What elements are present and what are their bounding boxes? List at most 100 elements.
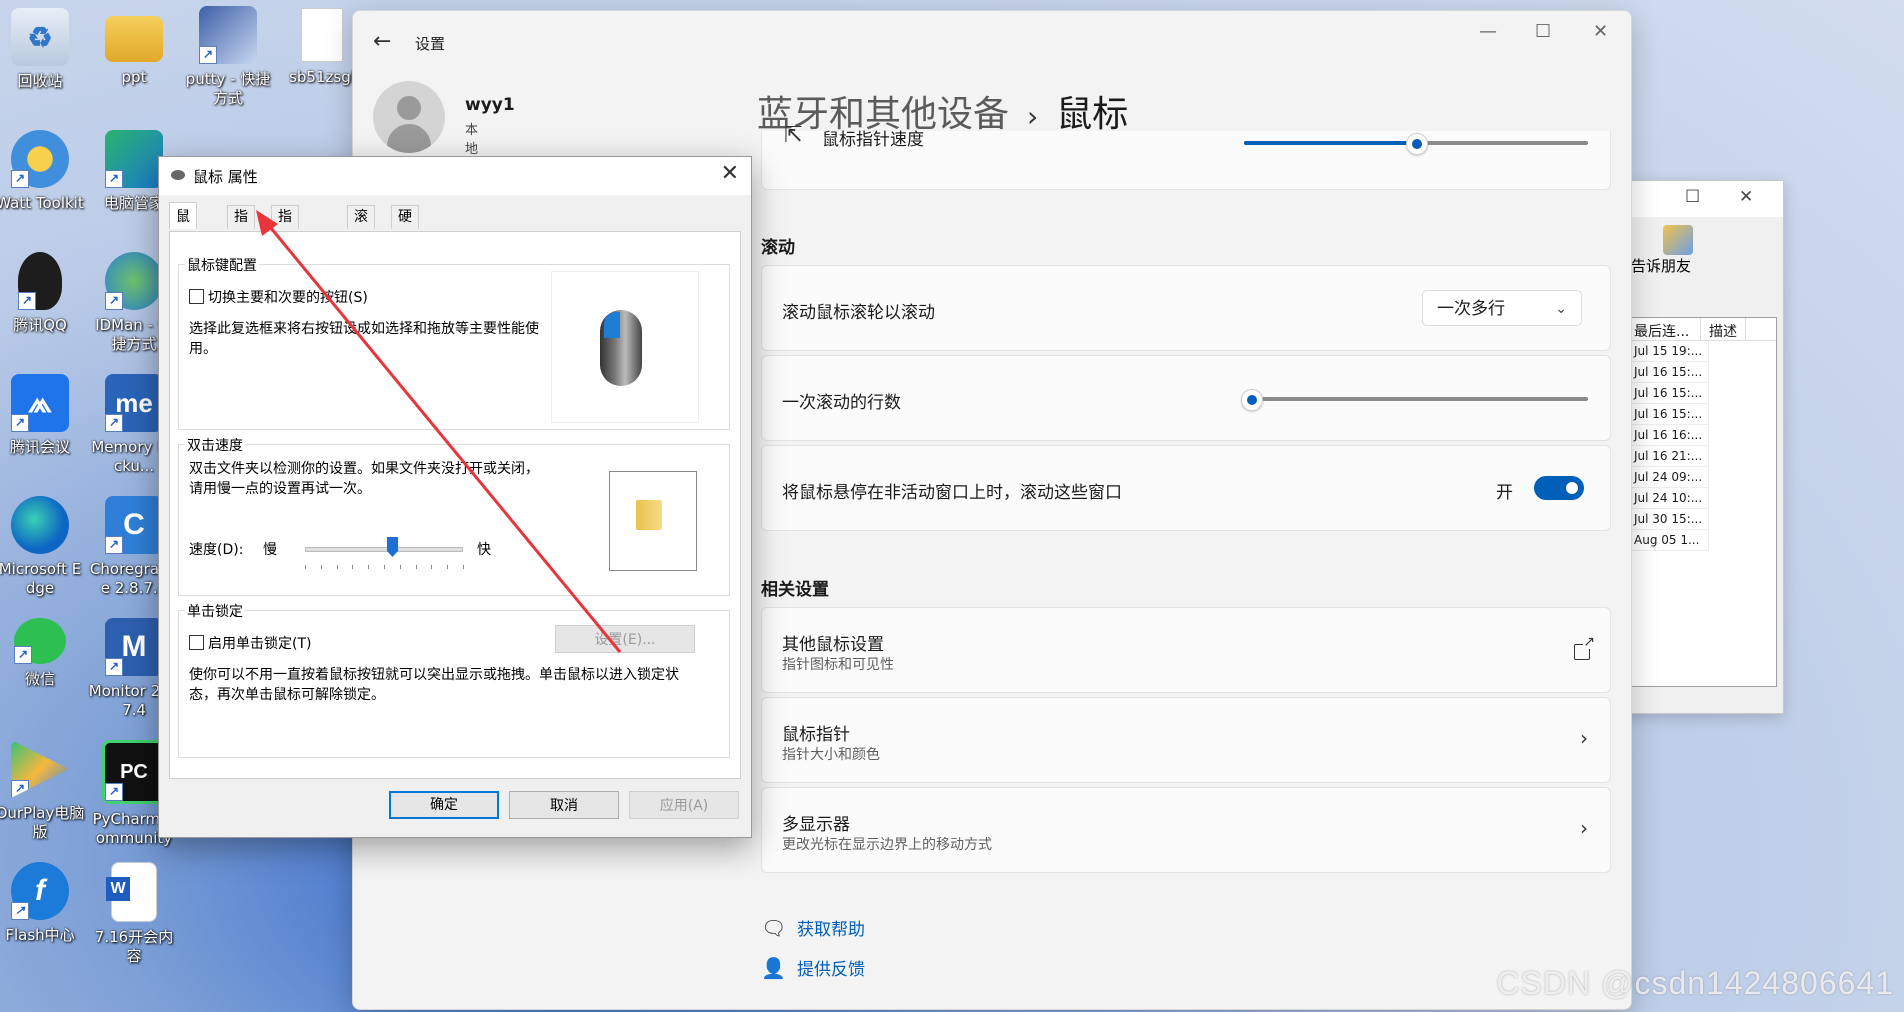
- slider-ticks: [305, 565, 464, 569]
- tab-pointer-options[interactable]: 指针选项: [271, 205, 299, 294]
- chevron-right-icon: ›: [1027, 100, 1039, 133]
- close-icon[interactable]: ✕: [1593, 21, 1608, 42]
- slider-thumb[interactable]: [387, 537, 398, 557]
- multi-display-card[interactable]: 多显示器 更改光标在显示边界上的移动方式 ›: [761, 787, 1611, 873]
- shortcut-arrow-icon: ↗: [105, 658, 123, 676]
- get-help-link[interactable]: 🗨 获取帮助: [761, 915, 865, 940]
- desktop-icon-label: 微信: [24, 670, 55, 688]
- tab-wheel[interactable]: 滚轮: [347, 205, 375, 248]
- slider-thumb[interactable]: [1241, 389, 1263, 411]
- pointer-cursor-icon: ⇱: [784, 123, 803, 148]
- desktop-icon-word-doc[interactable]: W 7.16开会内容: [88, 862, 180, 966]
- scroll-lines-slider[interactable]: [1241, 389, 1588, 411]
- maximize-icon[interactable]: ☐: [1685, 187, 1700, 207]
- desktop-icon-ppt[interactable]: ppt: [88, 8, 180, 87]
- list-item[interactable]: Jul 24 10:...: [1626, 488, 1709, 509]
- slider-tick: [368, 565, 369, 569]
- user-profile[interactable]: wyy1 本地帐户: [373, 81, 515, 195]
- desktop-icon-wechat[interactable]: ↗ 微信: [0, 618, 86, 689]
- slider-tick: [337, 565, 338, 569]
- column-header-desc[interactable]: 描述: [1701, 318, 1746, 340]
- dialog-title: 鼠标 属性: [193, 168, 258, 186]
- maximize-icon[interactable]: ☐: [1535, 21, 1551, 42]
- speed-label: 速度(D):: [189, 542, 244, 558]
- desktop-icon-qq[interactable]: ↗ 腾讯QQ: [0, 252, 86, 335]
- click-lock-settings-button[interactable]: 设置(E)...: [555, 625, 695, 653]
- shortcut-arrow-icon: ↗: [18, 292, 36, 310]
- inactive-scroll-toggle[interactable]: [1534, 476, 1584, 500]
- list-item[interactable]: Aug 05 1...: [1626, 530, 1709, 551]
- scroll-mode-value: 一次多行: [1437, 299, 1505, 319]
- desktop-icon-ourplay[interactable]: ↗ OurPlay电脑版: [0, 740, 86, 842]
- idman-globe-icon: ↗: [105, 252, 163, 310]
- folder-icon: [105, 16, 163, 62]
- desktop-icon-label: Microsoft Edge: [0, 560, 82, 597]
- desktop-icon-tencent-meeting[interactable]: ⩕ ↗ 腾讯会议: [0, 374, 86, 457]
- scroll-mode-dropdown[interactable]: 一次多行 ⌄: [1422, 290, 1582, 326]
- shortcut-arrow-icon: ↗: [11, 170, 29, 188]
- mouse-pointer-card[interactable]: 鼠标指针 指针大小和颜色 ›: [761, 697, 1611, 783]
- checkbox-label: 切换主要和次要的按钮(S): [208, 290, 368, 306]
- shortcut-arrow-icon: ↗: [11, 780, 29, 798]
- list-item[interactable]: Jul 16 16:...: [1626, 425, 1709, 446]
- list-item[interactable]: Jul 16 15:...: [1626, 362, 1709, 383]
- shortcut-arrow-icon: ↗: [11, 414, 29, 432]
- tab-hardware[interactable]: 硬件: [391, 205, 419, 248]
- slider-tick: [416, 565, 417, 569]
- mouse-pointer-title: 鼠标指针: [782, 725, 850, 745]
- tab-buttons[interactable]: 鼠标键: [169, 202, 197, 281]
- list-item[interactable]: Jul 16 15:...: [1626, 404, 1709, 425]
- ok-button[interactable]: 确定: [389, 791, 499, 819]
- tab-pointers[interactable]: 指针: [227, 205, 255, 248]
- desktop-icon-putty[interactable]: ↗ putty - 快捷方式: [182, 6, 274, 108]
- open-external-icon: [1574, 635, 1596, 660]
- desktop-icon-edge[interactable]: Microsoft Edge: [0, 496, 86, 598]
- list-item[interactable]: Jul 15 19:...: [1626, 341, 1709, 362]
- edge-icon: [11, 496, 69, 554]
- chevron-down-icon: ⌄: [1555, 301, 1567, 317]
- feedback-link[interactable]: 👤 提供反馈: [761, 955, 865, 980]
- tell-friends-icon: [1663, 225, 1693, 255]
- list-item[interactable]: Jul 16 21:...: [1626, 446, 1709, 467]
- inactive-scroll-card: 将鼠标悬停在非活动窗口上时，滚动这些窗口 开: [761, 445, 1611, 531]
- file-icon: [301, 8, 343, 62]
- page-title: 鼠标: [1056, 94, 1129, 135]
- recycle-bin-icon: ♻: [11, 8, 69, 66]
- close-icon[interactable]: ✕: [1739, 187, 1753, 207]
- list-item[interactable]: Jul 30 15:...: [1626, 509, 1709, 530]
- scroll-section-heading: 滚动: [761, 238, 795, 258]
- desktop-icon-recycle-bin[interactable]: ♻ 回收站: [0, 8, 86, 91]
- double-click-speed-slider[interactable]: [305, 547, 463, 552]
- pc-manager-icon: ↗: [105, 130, 163, 188]
- slider-tick: [463, 565, 464, 569]
- multi-display-title: 多显示器: [782, 815, 850, 835]
- tell-friends-button[interactable]: 告诉朋友: [1631, 255, 1691, 276]
- slider-tick: [352, 565, 353, 569]
- list-item[interactable]: Jul 24 09:...: [1626, 467, 1709, 488]
- desktop-icon-flash-center[interactable]: f ↗ Flash中心: [0, 862, 86, 945]
- checkbox-box[interactable]: [189, 289, 204, 304]
- minimize-icon[interactable]: —: [1479, 21, 1497, 42]
- slider-thumb[interactable]: [1406, 133, 1428, 155]
- dialog-titlebar: 鼠标 属性 ✕: [159, 157, 751, 195]
- test-folder-area[interactable]: [609, 471, 697, 571]
- other-mouse-settings-card[interactable]: 其他鼠标设置 指针图标和可见性: [761, 607, 1611, 693]
- scroll-wheel-card: 滚动鼠标滚轮以滚动 一次多行 ⌄: [761, 265, 1611, 351]
- feedback-icon: 👤: [761, 956, 786, 980]
- list-item[interactable]: Jul 16 15:...: [1626, 383, 1709, 404]
- column-header-last[interactable]: 最后连...: [1626, 318, 1701, 340]
- desktop-icon-label: Watt Toolkit: [0, 194, 84, 212]
- cancel-button[interactable]: 取消: [509, 791, 619, 819]
- folder-icon: [636, 500, 662, 530]
- desktop-icon-watt-toolkit[interactable]: ↗ Watt Toolkit: [0, 130, 86, 213]
- close-icon[interactable]: ✕: [721, 161, 739, 186]
- checkbox-box[interactable]: [189, 635, 204, 650]
- desktop-icon-label: OurPlay电脑版: [0, 804, 85, 841]
- apply-button[interactable]: 应用(A): [629, 791, 739, 819]
- back-arrow-icon[interactable]: ←: [373, 29, 391, 54]
- double-click-description: 双击文件夹以检测你的设置。如果文件夹没打开或关闭，请用慢一点的设置再试一次。: [189, 461, 539, 497]
- swap-buttons-checkbox[interactable]: 切换主要和次要的按钮(S): [189, 287, 368, 307]
- toggle-state-label: 开: [1496, 483, 1513, 503]
- click-lock-checkbox[interactable]: 启用单击锁定(T): [189, 633, 311, 653]
- pointer-speed-slider[interactable]: [1244, 133, 1588, 155]
